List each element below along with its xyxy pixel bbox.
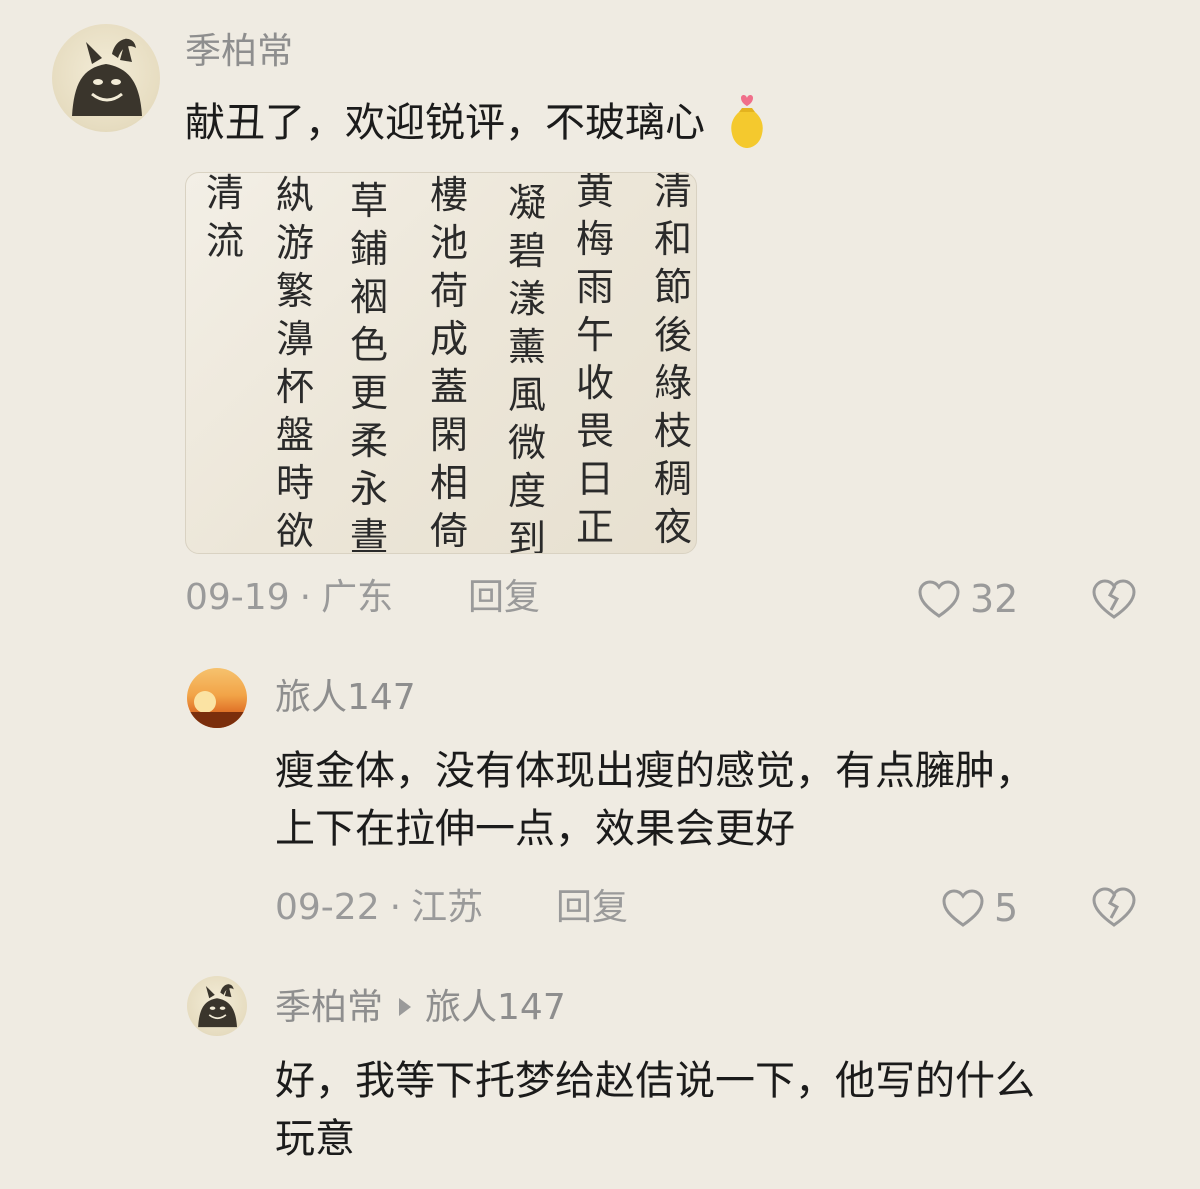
comment-location: 广东 <box>321 577 394 618</box>
avatar[interactable] <box>52 24 160 132</box>
calligraphy-column: 清流 <box>205 172 244 263</box>
comment-body: 献丑了，欢迎锐评，不玻璃心 <box>185 100 705 146</box>
comment-username[interactable]: 季柏常 <box>275 987 383 1028</box>
like-button[interactable]: 5 <box>940 887 1018 929</box>
calligraphy-column: 樓池荷成蓋閑相倚滿 <box>429 173 468 553</box>
like-count: 32 <box>970 577 1019 621</box>
comment-thread: 季柏常 献丑了，欢迎锐评，不玻璃心 清和節後綠枝稠夜 清和節後綠枝稠夜 黄梅雨午… <box>0 0 1200 1189</box>
comment-date: 09-22 <box>275 887 380 928</box>
calligraphy-column: 紈游繁濞杯盤時欲對 <box>275 173 314 553</box>
like-count: 5 <box>994 886 1019 930</box>
calligraphy-column: 草鋪裀色更柔永晝 <box>349 179 388 554</box>
reply-button[interactable]: 回复 <box>468 578 540 618</box>
ghost-avatar-icon <box>198 983 237 1028</box>
comment-body-line: 玩意 <box>275 1116 355 1162</box>
calligraphy-column: 黄梅雨午收畏日正長 <box>575 172 614 549</box>
dislike-button[interactable] <box>1090 885 1138 933</box>
sunset-avatar-icon <box>187 691 247 728</box>
reply-button[interactable]: 回复 <box>556 888 628 928</box>
comment-location: 江苏 <box>411 887 484 928</box>
avatar[interactable] <box>187 976 247 1036</box>
comment-date: 09-19 <box>185 577 290 618</box>
heart-outline-icon <box>918 580 960 618</box>
calligraphy-column: 清和節後綠枝稠夜 <box>653 172 692 549</box>
comment-text: 献丑了，欢迎锐评，不玻璃心 <box>185 94 770 152</box>
calligraphy-column: 凝碧漾薰風微度到 <box>507 181 546 554</box>
calligraphy-image[interactable]: 清和節後綠枝稠夜 清和節後綠枝稠夜 黄梅雨午收畏日正長 凝碧漾薰風微度到 樓池荷… <box>185 172 697 554</box>
comment-meta: 09-22 · 江苏 <box>275 887 484 928</box>
comment-username[interactable]: 旅人147 <box>275 678 416 718</box>
comment-text: 瘦金体，没有体现出瘦的感觉，有点臃肿， 上下在拉伸一点，效果会更好 <box>275 742 1175 858</box>
reply-arrow-icon <box>399 998 412 1016</box>
comment-body-line: 瘦金体，没有体现出瘦的感觉，有点臃肿， <box>275 748 1035 794</box>
heart-outline-icon <box>942 889 984 927</box>
comment-body-line: 好，我等下托梦给赵佶说一下，他写的什么 <box>275 1058 1035 1104</box>
gold-bag-heart-icon <box>730 95 763 148</box>
broken-heart-icon <box>1092 579 1136 619</box>
comment-username[interactable]: 季柏常 <box>185 32 293 72</box>
broken-heart-icon <box>1092 887 1136 927</box>
ghost-avatar-icon <box>72 38 142 116</box>
reply-to-username[interactable]: 旅人147 <box>425 987 566 1028</box>
comment-meta: 09-19 · 广东 <box>185 577 394 618</box>
avatar[interactable] <box>187 668 247 728</box>
comment-text: 好，我等下托梦给赵佶说一下，他写的什么 玩意 <box>275 1052 1175 1168</box>
comment-body-line: 上下在拉伸一点，效果会更好 <box>275 806 795 852</box>
dislike-button[interactable] <box>1090 577 1138 625</box>
reply-header: 季柏常 旅人147 <box>275 988 566 1028</box>
like-button[interactable]: 32 <box>916 578 1018 620</box>
